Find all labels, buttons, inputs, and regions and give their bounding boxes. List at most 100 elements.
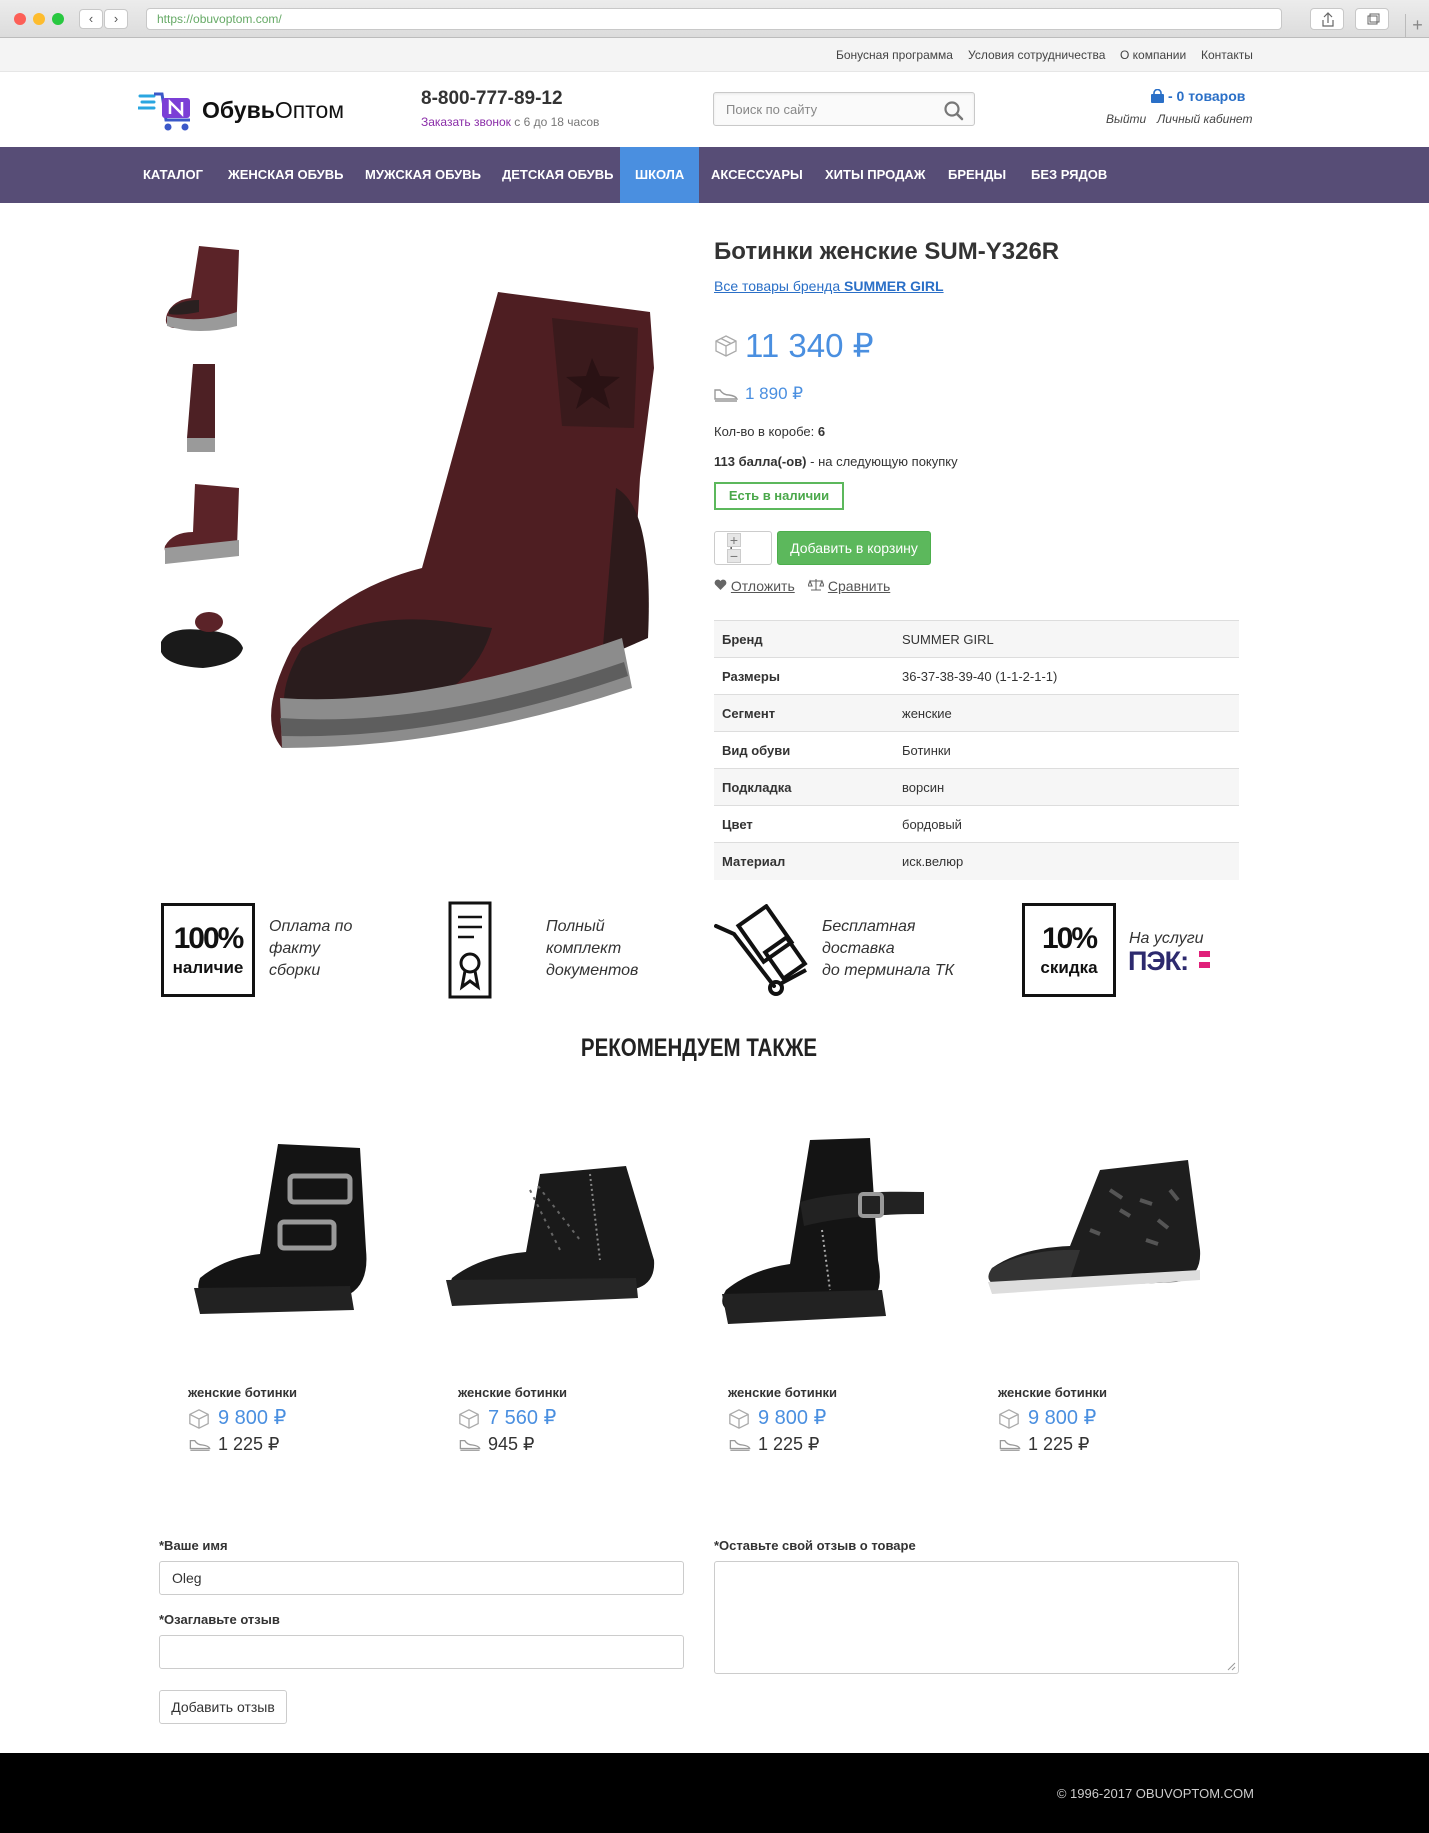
spec-key: Вид обуви (714, 731, 894, 769)
spec-row: Размеры 36-37-38-39-40 (1-1-2-1-1) (714, 657, 1239, 695)
product-main-image[interactable] (262, 278, 662, 768)
menu-item-women[interactable]: ЖЕНСКАЯ ОБУВЬ (213, 147, 358, 203)
address-bar[interactable]: https://obuvoptom.com/ (146, 8, 1282, 30)
logo-text-b: Оптом (274, 97, 345, 123)
toplink-terms[interactable]: Условия сотрудничества (968, 48, 1105, 62)
compare-link[interactable]: Сравнить (807, 578, 891, 594)
recommend-card[interactable]: женские ботинки 9 800 ₽ 1 225 ₽ (970, 1130, 1220, 1460)
menu-item-norows[interactable]: БЕЗ РЯДОВ (1016, 147, 1122, 203)
box-icon (999, 1409, 1019, 1429)
box-quantity: Кол-во в коробе: 6 (714, 424, 825, 439)
product-thumbnail[interactable] (159, 478, 245, 578)
spec-value: Ботинки (894, 731, 1239, 769)
menu-item-brands[interactable]: БРЕНДЫ (933, 147, 1021, 203)
brand-link[interactable]: Все товары бренда SUMMER GIRL (714, 278, 944, 294)
price-per-box: 9 800 ₽ (218, 1407, 287, 1429)
box-icon (729, 1409, 749, 1429)
product-name[interactable]: женские ботинки (188, 1385, 297, 1400)
menu-item-accessories[interactable]: АКСЕССУАРЫ (696, 147, 818, 203)
review-text-label: *Оставьте свой отзыв о товаре (714, 1538, 916, 1553)
feature-line: сборки (269, 962, 321, 979)
price-per-box: 9 800 ₽ (1028, 1407, 1097, 1429)
review-title-label: *Озаглавьте отзыв (159, 1612, 280, 1627)
logo-text-a: Обувь (202, 97, 275, 123)
spec-value: иск.велюр (894, 842, 1239, 880)
product-title: Ботинки женские SUM-Y326R (714, 238, 1060, 265)
compare-label: Сравнить (827, 578, 891, 594)
menu-item-hits[interactable]: ХИТЫ ПРОДАЖ (810, 147, 940, 203)
quantity-increase-icon[interactable]: + (727, 533, 741, 547)
quantity-decrease-icon[interactable]: − (727, 549, 741, 563)
new-tab-icon[interactable]: + (1405, 14, 1429, 38)
toplink-bonus[interactable]: Бонусная программа (836, 48, 953, 62)
boot-sole-image (161, 612, 243, 668)
spec-value: SUMMER GIRL (894, 620, 1239, 658)
toplink-contacts[interactable]: Контакты (1201, 48, 1253, 62)
price-per-pair: 1 225 ₽ (218, 1434, 280, 1454)
share-icon[interactable] (1310, 8, 1344, 30)
shoe-icon (729, 1439, 751, 1451)
callback-link[interactable]: Заказать звонок (421, 115, 511, 129)
product-name[interactable]: женские ботинки (458, 1385, 567, 1400)
review-name-label: *Ваше имя (159, 1538, 228, 1553)
brand-link-prefix: Все товары бренда (714, 278, 845, 294)
quantity-stepper[interactable]: 1 + − (714, 531, 772, 565)
main-menu: КАТАЛОГ ЖЕНСКАЯ ОБУВЬ МУЖСКАЯ ОБУВЬ ДЕТС… (0, 147, 1429, 203)
forward-icon[interactable]: › (104, 9, 128, 29)
search-input[interactable]: Поиск по сайту (713, 92, 975, 126)
feature-badge-caption: скидка (1040, 958, 1098, 977)
menu-item-men[interactable]: МУЖСКАЯ ОБУВЬ (350, 147, 496, 203)
resize-handle-icon[interactable] (1227, 1662, 1236, 1671)
bonus-points-text: - на следующую покупку (806, 454, 958, 469)
recommend-card[interactable]: женские ботинки 7 560 ₽ 945 ₽ (430, 1130, 680, 1460)
product-name[interactable]: женские ботинки (998, 1385, 1107, 1400)
bonus-points-value: 113 балла(-ов) (714, 454, 807, 469)
toplink-about[interactable]: О компании (1120, 48, 1186, 62)
bonus-points: 113 балла(-ов) - на следующую покупку (714, 454, 958, 469)
review-title-input[interactable] (159, 1635, 684, 1669)
spec-key: Цвет (714, 805, 894, 843)
product-thumbnail[interactable] (159, 360, 245, 460)
spec-value: женские (894, 694, 1239, 732)
feature-line: факту (269, 940, 320, 957)
close-window-button[interactable] (14, 13, 26, 25)
product-name[interactable]: женские ботинки (728, 1385, 837, 1400)
pek-logo: ПЭК: (1128, 946, 1189, 977)
product-thumbnail[interactable] (159, 240, 245, 340)
box-icon (459, 1409, 479, 1429)
heart-icon (714, 579, 727, 590)
pek-logo-accent (1199, 951, 1210, 957)
search-icon[interactable] (944, 101, 964, 121)
spec-row: Вид обуви Ботинки (714, 731, 1239, 769)
defer-link[interactable]: Отложить (714, 578, 795, 594)
maximize-window-button[interactable] (52, 13, 64, 25)
cart-icon[interactable] (1150, 89, 1165, 104)
menu-item-kids[interactable]: ДЕТСКАЯ ОБУВЬ (487, 147, 629, 203)
minimize-window-button[interactable] (33, 13, 45, 25)
site-logo[interactable]: ОбувьОптом (136, 88, 344, 137)
feature-line: документов (546, 962, 639, 979)
feature-text-payment: Оплата по факту сборки (269, 916, 352, 982)
spec-key: Подкладка (714, 768, 894, 806)
cart-count[interactable]: - 0 товаров (1168, 88, 1245, 104)
menu-item-school[interactable]: ШКОЛА (620, 147, 700, 203)
tabs-icon[interactable] (1355, 8, 1389, 30)
back-icon[interactable]: ‹ (79, 9, 103, 29)
logo-icon (136, 92, 190, 131)
recommend-card[interactable]: женские ботинки 9 800 ₽ 1 225 ₽ (160, 1130, 410, 1460)
logout-link[interactable]: Выйти (1106, 112, 1146, 126)
spec-value: 36-37-38-39-40 (1-1-2-1-1) (894, 657, 1239, 695)
hand-truck-icon (714, 904, 808, 996)
menu-item-catalog[interactable]: КАТАЛОГ (128, 147, 218, 203)
recommend-card[interactable]: женские ботинки 9 800 ₽ 1 225 ₽ (700, 1130, 950, 1460)
shoe-icon (189, 1439, 211, 1451)
phone-number[interactable]: 8-800-777-89-12 (421, 88, 563, 110)
product-image (446, 1166, 655, 1306)
cabinet-link[interactable]: Личный кабинет (1157, 112, 1252, 126)
product-thumbnail[interactable] (159, 600, 245, 700)
review-text-textarea[interactable] (714, 1561, 1239, 1674)
add-to-cart-button[interactable]: Добавить в корзину (777, 531, 931, 565)
review-name-input[interactable]: Oleg (159, 1561, 684, 1595)
footer: © 1996-2017 OBUVOPTOM.COM (0, 1753, 1429, 1833)
add-review-button[interactable]: Добавить отзыв (159, 1690, 287, 1724)
